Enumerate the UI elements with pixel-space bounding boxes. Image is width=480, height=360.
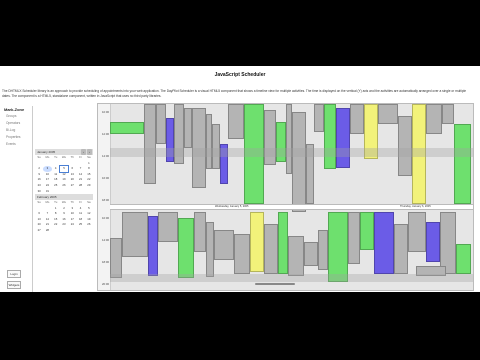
- time-label: 18:00: [102, 260, 109, 264]
- event-block[interactable]: [426, 104, 442, 134]
- calendar-grid: Su Mo Tu We Th Fr Sa 1 2 3 4 5 6 7 8 9 10 11 12 13 14 15 16 17 1…: [35, 200, 93, 234]
- event-block[interactable]: [214, 230, 234, 260]
- sidebar-item-groups[interactable]: Groups: [6, 114, 16, 118]
- event-block[interactable]: [318, 230, 328, 270]
- event-block[interactable]: [328, 212, 348, 282]
- event-block[interactable]: [228, 104, 244, 139]
- event-block[interactable]: [350, 104, 364, 134]
- calendar-day: [52, 228, 60, 234]
- event-block[interactable]: [144, 104, 156, 184]
- time-label: 20:00: [102, 282, 109, 286]
- sidebar-item-properties[interactable]: Properties: [6, 135, 21, 139]
- calendar-header: February 2005: [35, 194, 93, 200]
- event-block[interactable]: [408, 212, 426, 252]
- time-label: 14:00: [102, 154, 109, 158]
- sidebar-item-events[interactable]: Events: [6, 142, 16, 146]
- event-block[interactable]: [314, 104, 324, 132]
- event-block[interactable]: [426, 222, 440, 262]
- sidebar-item-bilog[interactable]: Bi-Log: [6, 128, 15, 132]
- event-block[interactable]: [194, 212, 206, 252]
- calendar-day: [68, 228, 76, 234]
- calendar-january: January 2005 ‹ › Su Mo Tu We Th Fr Sa 1 2 3 4 5 6 7 8 9…: [35, 149, 93, 194]
- sidebar: Mark-Zone Groups Operators Bi-Log Proper…: [0, 106, 33, 292]
- login-button[interactable]: Login: [7, 270, 21, 278]
- calendar-february: February 2005 Su Mo Tu We Th Fr Sa 1 2 3 4 5 6 7 8 9 10 1…: [35, 194, 93, 234]
- event-block[interactable]: [348, 212, 360, 264]
- event-block[interactable]: [324, 104, 336, 169]
- brand-label: Mark-Zone: [4, 107, 25, 112]
- calendar-day: [60, 228, 68, 234]
- calendar-day[interactable]: 27: [35, 228, 43, 234]
- page-title: JavaScript Scheduler: [214, 72, 266, 78]
- event-block[interactable]: [122, 212, 148, 257]
- event-block[interactable]: [184, 108, 192, 148]
- calendar-day: [76, 228, 84, 234]
- calendar-grid: Su Mo Tu We Th Fr Sa 1 2 3 4 5 6 7 8 9 10 11 12 13 14 15 16 17 1…: [35, 155, 93, 194]
- event-block[interactable]: [156, 104, 166, 144]
- page-description: The DHTMLX Scheduler library is an appro…: [2, 89, 467, 98]
- time-label: 10:00: [102, 216, 109, 220]
- time-label: 14:00: [102, 238, 109, 242]
- event-block[interactable]: [110, 122, 144, 134]
- horizontal-scrollbar[interactable]: [255, 283, 295, 285]
- event-block[interactable]: [442, 104, 454, 124]
- time-label: 12:00: [102, 132, 109, 136]
- time-label: 18:00: [102, 198, 109, 202]
- event-block[interactable]: [374, 212, 394, 274]
- calendar-month-label: February 2005: [37, 195, 57, 199]
- event-block[interactable]: [234, 234, 250, 274]
- event-block[interactable]: [398, 116, 412, 176]
- calendar-month-label: January 2005: [37, 150, 56, 154]
- sidebar-item-operators[interactable]: Operators: [6, 121, 20, 125]
- event-block[interactable]: [110, 238, 122, 278]
- calendar-day[interactable]: 28: [43, 228, 51, 234]
- next-month-icon[interactable]: ›: [87, 149, 92, 155]
- event-block[interactable]: [378, 104, 398, 124]
- highlight-band: [110, 274, 473, 282]
- event-lanes: [110, 104, 473, 290]
- day-header-wed: Wednesday, January 5, 2005: [215, 205, 249, 208]
- event-block[interactable]: [292, 112, 306, 212]
- app-frame: JavaScript Scheduler The DHTMLX Schedule…: [0, 66, 480, 292]
- event-block[interactable]: [178, 218, 194, 278]
- widgets-button[interactable]: Widgets: [7, 281, 21, 289]
- event-block[interactable]: [158, 212, 178, 242]
- event-block[interactable]: [264, 224, 278, 274]
- time-label: 16:00: [102, 176, 109, 180]
- event-block[interactable]: [148, 216, 158, 276]
- event-block[interactable]: [440, 212, 456, 274]
- calendar-header: January 2005 ‹ ›: [35, 149, 93, 155]
- day-header-bar: Wednesday, January 5, 2005 Thursday, Jan…: [110, 204, 473, 210]
- highlight-band: [110, 148, 473, 157]
- event-block[interactable]: [336, 108, 350, 168]
- event-block[interactable]: [360, 212, 374, 250]
- event-block[interactable]: [206, 222, 214, 277]
- scheduler-view[interactable]: 10:00 12:00 14:00 16:00 18:00 10:00 14:00 18:00…: [97, 103, 474, 291]
- event-block[interactable]: [456, 244, 471, 274]
- day-header-thu: Thursday, January 6, 2005: [400, 205, 431, 208]
- event-block[interactable]: [454, 124, 471, 204]
- event-block[interactable]: [394, 224, 408, 274]
- event-block[interactable]: [304, 242, 318, 266]
- event-block[interactable]: [250, 212, 264, 272]
- prev-month-icon[interactable]: ‹: [81, 149, 86, 155]
- calendar-day: [85, 228, 93, 234]
- event-block[interactable]: [288, 236, 304, 276]
- event-block[interactable]: [212, 124, 220, 169]
- time-label: 10:00: [102, 110, 109, 114]
- event-block[interactable]: [278, 212, 288, 274]
